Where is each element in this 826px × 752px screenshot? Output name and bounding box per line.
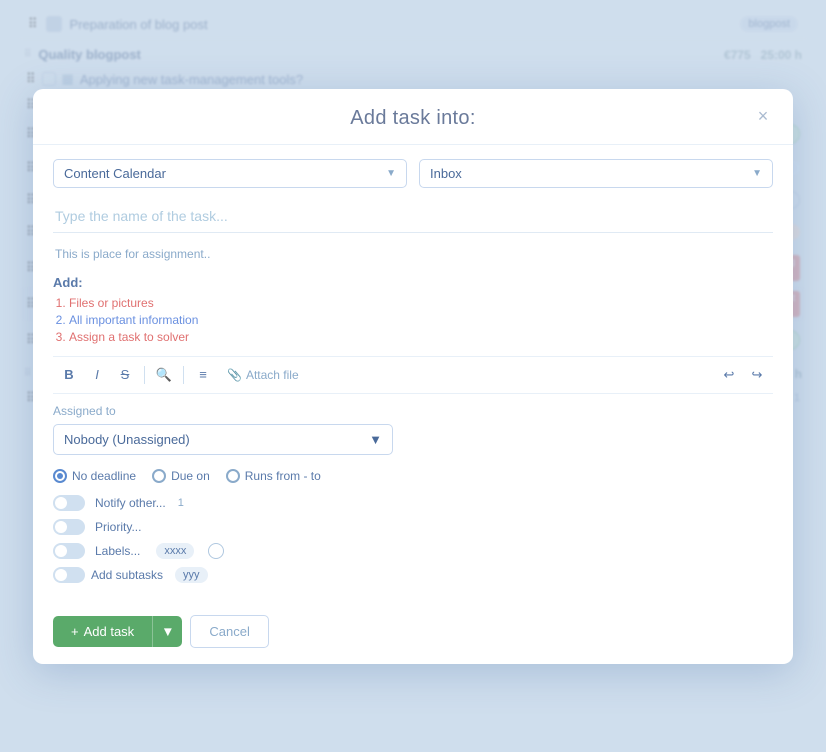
inbox-select-value: Inbox (430, 166, 462, 181)
radio-due-on[interactable]: Due on (152, 469, 210, 483)
assigned-select-chevron: ▼ (369, 432, 382, 447)
strikethrough-button[interactable]: S (113, 363, 137, 387)
italic-button[interactable]: I (85, 363, 109, 387)
assignment-text: This is place for assignment.. (53, 243, 773, 265)
toolbar-divider-2 (183, 366, 184, 384)
attach-label: Attach file (246, 368, 299, 382)
toolbar-divider-1 (144, 366, 145, 384)
radio-runs-from-label: Runs from - to (245, 469, 321, 483)
assigned-to-select[interactable]: Nobody (Unassigned) ▼ (53, 424, 393, 455)
subtasks-toggle-knob (55, 569, 67, 581)
undo-button[interactable]: ↩ (717, 363, 741, 387)
add-item-2: All important information (69, 313, 773, 327)
toggle-priority: Priority... (53, 519, 773, 535)
attach-icon: 📎 (227, 368, 242, 382)
project-select-value: Content Calendar (64, 166, 166, 181)
toggle-notify: Notify other... 1 (53, 495, 773, 511)
assigned-to-value: Nobody (Unassigned) (64, 432, 190, 447)
save-label: Add task (84, 624, 135, 639)
checkbox-subtasks: Add subtasks yyy (53, 567, 773, 583)
add-section: Add: Files or pictures All important inf… (53, 275, 773, 344)
labels-toggle[interactable] (53, 543, 85, 559)
redo-button[interactable]: ↪ (745, 363, 769, 387)
notify-toggle-knob (55, 497, 67, 509)
save-icon: + (71, 624, 79, 639)
radio-due-on-circle (152, 469, 166, 483)
radio-runs-from[interactable]: Runs from - to (226, 469, 321, 483)
modal-body: Content Calendar ▼ Inbox ▼ This is place… (33, 145, 793, 605)
task-name-input[interactable] (53, 200, 773, 233)
toggle-labels: Labels... xxxx (53, 543, 773, 559)
radio-due-on-label: Due on (171, 469, 210, 483)
add-item-1: Files or pictures (69, 296, 773, 310)
save-dropdown-icon: ▼ (161, 624, 174, 639)
search-button[interactable]: 🔍 (152, 363, 176, 387)
modal-close-button[interactable]: × (749, 102, 777, 130)
priority-toggle-knob (55, 521, 67, 533)
priority-toggle[interactable] (53, 519, 85, 535)
save-button-group: + Add task ▼ (53, 616, 182, 647)
subtasks-pill: yyy (175, 567, 208, 583)
select-row: Content Calendar ▼ Inbox ▼ (53, 159, 773, 188)
toolbar-undo-redo: ↩ ↪ (717, 363, 769, 387)
radio-no-deadline[interactable]: No deadline (53, 469, 136, 483)
modal-overlay: Add task into: × Content Calendar ▼ Inbo… (0, 0, 826, 752)
priority-label: Priority... (95, 520, 141, 534)
attach-file-button[interactable]: 📎 Attach file (219, 364, 307, 386)
radio-no-deadline-circle (53, 469, 67, 483)
notify-label: Notify other... (95, 496, 166, 510)
modal-header: Add task into: × (33, 89, 793, 145)
save-button[interactable]: + Add task (53, 616, 152, 647)
notify-toggle[interactable] (53, 495, 85, 511)
labels-circle (208, 543, 224, 559)
labels-label: Labels... (95, 544, 140, 558)
list-button[interactable]: ≡ (191, 363, 215, 387)
inbox-select[interactable]: Inbox ▼ (419, 159, 773, 188)
radio-no-deadline-label: No deadline (72, 469, 136, 483)
assigned-to-label: Assigned to (53, 404, 773, 418)
deadline-row: No deadline Due on Runs from - to (53, 469, 773, 483)
add-label: Add: (53, 275, 773, 290)
inbox-select-chevron: ▼ (752, 168, 762, 179)
radio-runs-from-circle (226, 469, 240, 483)
modal-footer: + Add task ▼ Cancel (33, 605, 793, 664)
add-item-3: Assign a task to solver (69, 330, 773, 344)
project-select-chevron: ▼ (386, 168, 396, 179)
add-items-list: Files or pictures All important informat… (53, 296, 773, 344)
save-dropdown-button[interactable]: ▼ (152, 616, 182, 647)
bold-button[interactable]: B (57, 363, 81, 387)
editor-toolbar: B I S 🔍 ≡ 📎 Attach file ↩ ↪ (53, 356, 773, 394)
modal-title: Add task into: (350, 107, 475, 129)
labels-toggle-knob (55, 545, 67, 557)
add-task-modal: Add task into: × Content Calendar ▼ Inbo… (33, 89, 793, 664)
notify-count: 1 (178, 497, 184, 509)
subtasks-label: Add subtasks (91, 568, 163, 582)
labels-pill: xxxx (156, 543, 194, 559)
subtasks-toggle[interactable] (53, 567, 85, 583)
cancel-button[interactable]: Cancel (190, 615, 268, 648)
project-select[interactable]: Content Calendar ▼ (53, 159, 407, 188)
